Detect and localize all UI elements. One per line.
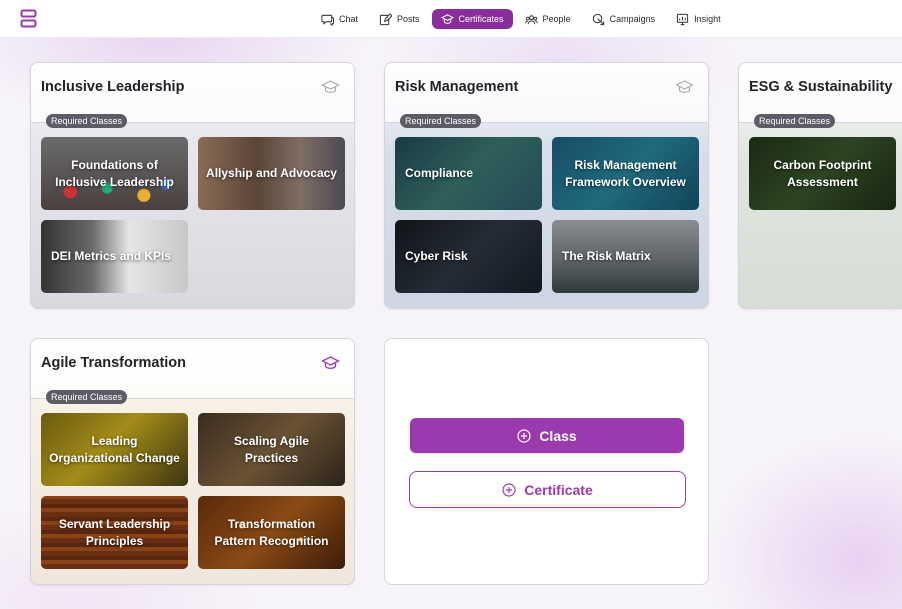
chat-icon bbox=[321, 14, 334, 26]
main-nav: Chat Posts Certificates People Campaigns… bbox=[312, 8, 733, 30]
nav-label-campaigns: Campaigns bbox=[609, 14, 656, 24]
class-tile[interactable]: Risk Management Framework Overview bbox=[552, 137, 699, 210]
people-icon bbox=[524, 14, 538, 24]
class-tile[interactable]: Allyship and Advocacy bbox=[198, 137, 345, 210]
required-classes-badge: Required Classes bbox=[46, 114, 128, 128]
campaign-icon bbox=[592, 13, 604, 25]
class-tile[interactable]: DEI Metrics and KPIs bbox=[41, 220, 188, 293]
app-logo-icon[interactable] bbox=[20, 9, 38, 29]
card-title: Agile Transformation bbox=[41, 355, 187, 371]
class-tile[interactable]: Leading Organizational Change bbox=[41, 413, 188, 486]
class-tile[interactable]: Transformation Pattern Recognition bbox=[198, 496, 345, 569]
nav-item-campaigns[interactable]: Campaigns bbox=[583, 9, 665, 29]
graduation-cap-icon bbox=[321, 80, 340, 93]
nav-item-insight[interactable]: Insight bbox=[667, 9, 730, 29]
certificate-card-esg-sustainability[interactable]: ESG & Sustainability Required Classes Ca… bbox=[738, 62, 902, 309]
nav-label-people: People bbox=[542, 14, 571, 24]
card-title: Inclusive Leadership bbox=[41, 79, 185, 95]
class-tile[interactable]: Foundations of Inclusive Leadership bbox=[41, 137, 188, 210]
create-actions-card: Class Certificate bbox=[384, 338, 709, 585]
nav-item-certificates[interactable]: Certificates bbox=[431, 9, 513, 29]
plus-circle-icon bbox=[502, 482, 516, 497]
add-class-label: Class bbox=[539, 427, 577, 444]
class-tile[interactable]: Scaling Agile Practices bbox=[198, 413, 345, 486]
required-classes-badge: Required Classes bbox=[754, 114, 836, 128]
certificate-card-agile-transformation[interactable]: Agile Transformation Required Classes Le… bbox=[30, 338, 355, 585]
graduation-cap-icon bbox=[321, 356, 340, 369]
edit-icon bbox=[379, 12, 393, 25]
top-navigation-bar: Chat Posts Certificates People Campaigns… bbox=[0, 0, 902, 38]
certificate-card-risk-management[interactable]: Risk Management Required Classes Complia… bbox=[384, 62, 709, 309]
certificate-card-inclusive-leadership[interactable]: Inclusive Leadership Required Classes Fo… bbox=[30, 62, 355, 309]
class-tile[interactable]: Carbon Footprint Assessment bbox=[749, 137, 896, 210]
class-tile[interactable]: Compliance bbox=[395, 137, 542, 210]
add-certificate-button[interactable]: Certificate bbox=[409, 471, 686, 508]
plus-circle-icon bbox=[517, 428, 531, 443]
class-tile[interactable]: The Risk Matrix bbox=[552, 220, 699, 293]
required-classes-badge: Required Classes bbox=[46, 390, 128, 404]
class-tile[interactable]: Servant Leadership Principles bbox=[41, 496, 188, 569]
insight-icon bbox=[676, 13, 689, 25]
required-classes-badge: Required Classes bbox=[400, 114, 482, 128]
card-title: Risk Management bbox=[395, 79, 519, 95]
graduation-cap-icon bbox=[675, 80, 694, 93]
card-title: ESG & Sustainability bbox=[749, 79, 893, 95]
add-certificate-label: Certificate bbox=[524, 481, 593, 498]
nav-item-chat[interactable]: Chat bbox=[312, 9, 367, 29]
nav-label-posts: Posts bbox=[397, 14, 420, 24]
graduation-cap-icon bbox=[440, 13, 454, 24]
add-class-button[interactable]: Class bbox=[410, 418, 684, 453]
nav-item-people[interactable]: People bbox=[516, 9, 580, 29]
class-tile[interactable]: Cyber Risk bbox=[395, 220, 542, 293]
nav-label-insight: Insight bbox=[694, 14, 721, 24]
nav-label-chat: Chat bbox=[339, 14, 359, 24]
nav-label-certificates: Certificates bbox=[458, 14, 504, 24]
nav-item-posts[interactable]: Posts bbox=[370, 9, 429, 29]
